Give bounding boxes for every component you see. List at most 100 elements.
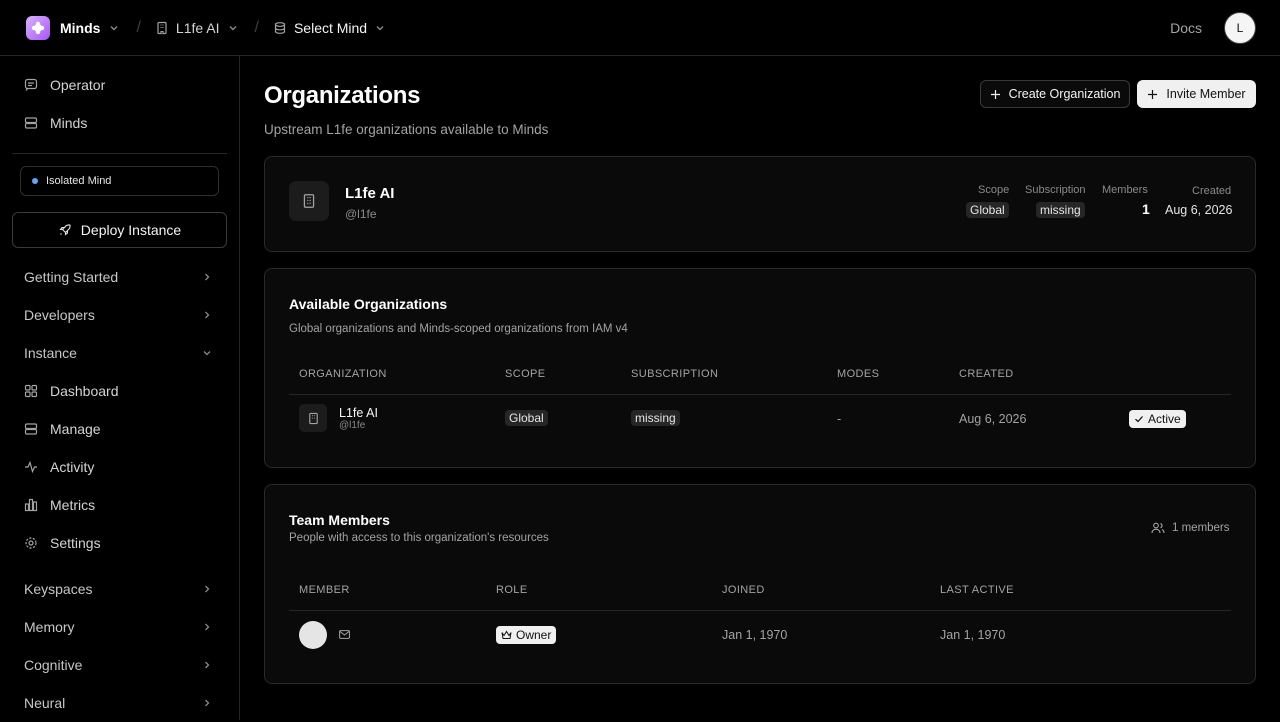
building-icon xyxy=(289,181,329,221)
sidebar-group-label: Keyspaces xyxy=(24,581,93,597)
column-header-modes: MODES xyxy=(837,368,880,380)
team-members-card: Team Members People with access to this … xyxy=(264,484,1256,684)
column-header-created: CREATED xyxy=(959,368,1014,380)
sidebar-item-label: Operator xyxy=(50,77,106,93)
created-date: Aug 6, 2026 xyxy=(1165,203,1233,217)
breadcrumb-separator: / xyxy=(136,18,141,36)
table-divider xyxy=(289,394,1231,395)
sidebar-group-memory[interactable]: Memory xyxy=(12,608,227,646)
deploy-instance-button[interactable]: Deploy Instance xyxy=(12,212,227,248)
minds-logo-icon xyxy=(26,15,50,40)
mind-switcher-label: Select Mind xyxy=(293,19,368,36)
status-badge: Active xyxy=(1129,410,1186,428)
modes-value: - xyxy=(837,412,842,426)
sidebar-group-label: Cognitive xyxy=(24,657,83,673)
server-icon xyxy=(24,116,38,130)
section-title: Available Organizations xyxy=(289,296,448,312)
chevron-down-icon xyxy=(201,347,213,359)
sidebar-item-metrics[interactable]: Metrics xyxy=(12,486,227,524)
sidebar-item-label: Settings xyxy=(50,535,101,551)
sidebar-divider xyxy=(12,153,227,154)
top-bar: Minds / L1fe AI / Select Mind Docs L xyxy=(0,0,1280,56)
invite-member-label: Invite Member xyxy=(1166,87,1246,101)
rocket-icon xyxy=(58,223,72,237)
deploy-instance-label: Deploy Instance xyxy=(80,222,182,238)
sidebar-group-label: Memory xyxy=(24,619,75,635)
message-square-icon xyxy=(24,78,38,92)
last-active-value: Jan 1, 1970 xyxy=(940,628,1006,642)
chevron-right-icon xyxy=(201,309,213,321)
sidebar-group-label: Instance xyxy=(24,345,77,361)
chevron-down-icon xyxy=(374,22,386,34)
sidebar-item-activity[interactable]: Activity xyxy=(12,448,227,486)
docs-link[interactable]: Docs xyxy=(1170,20,1202,36)
sidebar-group-cognitive[interactable]: Cognitive xyxy=(12,646,227,684)
members-count: 1 xyxy=(1142,201,1150,217)
sidebar-group-label: Developers xyxy=(24,307,95,323)
chevron-down-icon xyxy=(227,22,239,34)
crown-icon xyxy=(501,630,512,640)
column-header-joined: JOINED xyxy=(722,584,765,596)
members-count-label: 1 members xyxy=(1172,522,1230,534)
create-organization-button[interactable]: Create Organization xyxy=(980,80,1130,108)
sidebar-group-label: Neural xyxy=(24,695,66,711)
chevron-right-icon xyxy=(201,583,213,595)
org-row-name: L1fe AI xyxy=(339,406,378,420)
current-organization-card: L1fe AI @l1fe Scope Global Subscription … xyxy=(264,156,1256,252)
isolated-mind-badge[interactable]: Isolated Mind xyxy=(20,166,219,196)
column-header-role: ROLE xyxy=(496,584,528,596)
sidebar-group-keyspaces[interactable]: Keyspaces xyxy=(12,570,227,608)
created-value: Aug 6, 2026 xyxy=(959,412,1027,426)
org-row-handle: @l1fe xyxy=(339,420,366,431)
page-title: Organizations xyxy=(264,82,421,109)
sidebar-item-label: Minds xyxy=(50,115,88,131)
plus-icon xyxy=(990,89,1001,100)
column-header-scope: SCOPE xyxy=(505,368,546,380)
subscription-badge: missing xyxy=(1036,202,1085,218)
gear-icon xyxy=(24,536,38,550)
sidebar-item-operator[interactable]: Operator xyxy=(12,66,227,104)
invite-member-button[interactable]: Invite Member xyxy=(1137,80,1256,108)
organization-name: L1fe AI xyxy=(345,185,395,202)
subscription-label: Subscription xyxy=(1025,184,1086,196)
sidebar-group-instance[interactable]: Instance xyxy=(12,334,227,372)
column-header-subscription: SUBSCRIPTION xyxy=(631,368,719,380)
scope-badge: Global xyxy=(505,410,548,426)
scope-label: Scope xyxy=(978,184,1010,196)
sidebar-item-manage[interactable]: Manage xyxy=(12,410,227,448)
sidebar-item-label: Manage xyxy=(50,421,101,437)
database-icon xyxy=(273,21,287,35)
check-icon xyxy=(1134,414,1144,424)
sidebar-group-neural[interactable]: Neural xyxy=(12,684,227,722)
sidebar-item-label: Activity xyxy=(50,459,95,475)
status-label: Active xyxy=(1148,412,1181,426)
mind-switcher[interactable]: Select Mind xyxy=(273,20,386,36)
create-organization-label: Create Organization xyxy=(1008,87,1121,101)
breadcrumb-separator: / xyxy=(254,18,259,36)
role-badge: Owner xyxy=(496,626,557,644)
column-header-organization: ORGANIZATION xyxy=(299,368,387,380)
user-avatar[interactable]: L xyxy=(1224,11,1256,44)
mail-icon xyxy=(339,630,350,639)
server-icon xyxy=(24,422,38,436)
section-title: Team Members xyxy=(289,512,390,528)
org-switcher[interactable]: L1fe AI xyxy=(155,20,239,36)
chevron-right-icon xyxy=(201,271,213,283)
chevron-right-icon xyxy=(201,621,213,633)
building-icon xyxy=(299,404,327,432)
sidebar-group-label: Getting Started xyxy=(24,269,119,285)
isolated-mind-label: Isolated Mind xyxy=(46,175,112,187)
main-content: Organizations Upstream L1fe organization… xyxy=(264,56,1256,720)
sidebar-item-label: Metrics xyxy=(50,497,96,513)
members-count-indicator: 1 members xyxy=(1151,521,1230,535)
brand-switcher[interactable]: Minds xyxy=(26,15,120,40)
sidebar-item-settings[interactable]: Settings xyxy=(12,524,227,562)
section-subtitle: Global organizations and Minds-scoped or… xyxy=(289,323,628,335)
sidebar-group-getting-started[interactable]: Getting Started xyxy=(12,258,227,296)
activity-icon xyxy=(24,460,38,474)
sidebar-item-minds[interactable]: Minds xyxy=(12,104,227,142)
sidebar-group-developers[interactable]: Developers xyxy=(12,296,227,334)
members-label: Members xyxy=(1102,184,1148,196)
sidebar-item-dashboard[interactable]: Dashboard xyxy=(12,372,227,410)
